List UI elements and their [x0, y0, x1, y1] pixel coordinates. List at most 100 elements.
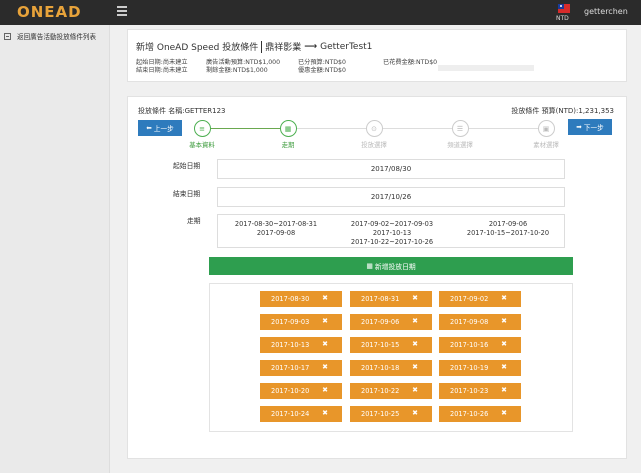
date-tag[interactable]: 2017-08-30 ✖ [260, 291, 342, 307]
condition-form-card: 投放條件 名稱:GETTER123 投放條件 預算(NTD):1,231,353… [127, 96, 627, 459]
date-tag[interactable]: 2017-08-31 ✖ [350, 291, 432, 307]
date-tag[interactable]: 2017-10-24 ✖ [260, 406, 342, 422]
step-label: 基本資料 [189, 141, 215, 149]
date-tag[interactable]: 2017-10-20 ✖ [260, 383, 342, 399]
remove-icon[interactable]: ✖ [322, 340, 328, 348]
step-period[interactable]: ▦ 走期 [258, 120, 318, 149]
date-tag[interactable]: 2017-09-03 ✖ [260, 314, 342, 330]
remove-icon[interactable]: ✖ [501, 340, 507, 348]
period-range: 2017-08-30~2017-08-31 [234, 220, 318, 228]
date-tag-label: 2017-09-03 [271, 318, 310, 326]
top-navbar: ONEAD NTD getterchen [0, 0, 641, 25]
date-tag-label: 2017-10-26 [450, 410, 489, 418]
remove-icon[interactable]: ✖ [412, 363, 418, 371]
start-date-label: 起始日期 [173, 162, 201, 170]
date-tag-label: 2017-10-23 [450, 387, 489, 395]
end-date-field[interactable]: 2017/10/26 [217, 187, 565, 207]
campaign-summary-card: 新增 OneAD Speed 投放條件 鼎祥影業 ⟶ GetterTest1 起… [127, 29, 627, 82]
date-tag[interactable]: 2017-10-16 ✖ [439, 337, 521, 353]
arrow-right-icon: ⟶ [304, 41, 318, 52]
end-date-label: 結束日期 [173, 190, 201, 198]
date-tag-label: 2017-10-20 [271, 387, 310, 395]
date-tag[interactable]: 2017-10-25 ✖ [350, 406, 432, 422]
arrow-left-icon: ⬅ [146, 124, 152, 132]
remove-icon[interactable]: ✖ [322, 363, 328, 371]
remove-icon[interactable]: ✖ [501, 386, 507, 394]
onead-logo[interactable]: ONEAD [17, 3, 82, 21]
currency-label: NTD [556, 15, 569, 22]
menu-toggle-icon[interactable] [117, 6, 127, 16]
date-tag[interactable]: 2017-09-08 ✖ [439, 314, 521, 330]
back-to-list-link[interactable]: 返回廣告活動投放條件列表 [0, 29, 110, 43]
period-range: 2017-10-15~2017-10-20 [466, 229, 550, 237]
date-tag-label: 2017-10-19 [450, 364, 489, 372]
date-tag-label: 2017-10-17 [271, 364, 310, 372]
period-range: 2017-09-06 [488, 220, 528, 228]
date-tag-label: 2017-10-13 [271, 341, 310, 349]
date-tag[interactable]: 2017-10-17 ✖ [260, 360, 342, 376]
remove-icon[interactable]: ✖ [501, 294, 507, 302]
date-tag-label: 2017-10-16 [450, 341, 489, 349]
remove-icon[interactable]: ✖ [412, 386, 418, 394]
step-creative[interactable]: ▣ 素材選擇 [516, 120, 576, 149]
step-basic-info[interactable]: ≡ 基本資料 [172, 120, 232, 149]
add-date-button[interactable]: ▦ 新增投放日期 [209, 257, 573, 275]
step-label: 頻道選擇 [447, 141, 473, 149]
remove-icon[interactable]: ✖ [501, 409, 507, 417]
spent-amount: 已花費金額:NTD$0 [383, 59, 438, 66]
date-tag-label: 2017-08-30 [271, 295, 310, 303]
add-date-label: 新增投放日期 [374, 263, 416, 271]
remove-icon[interactable]: ✖ [412, 409, 418, 417]
date-tag[interactable]: 2017-09-02 ✖ [439, 291, 521, 307]
user-menu[interactable]: getterchen [584, 7, 628, 16]
taiwan-flag-icon [558, 4, 570, 13]
start-date-field[interactable]: 2017/08/30 [217, 159, 565, 179]
sidebar: 返回廣告活動投放條件列表 [0, 25, 110, 473]
spent-progress-bar [438, 65, 534, 71]
condition-name: 投放條件 名稱:GETTER123 [138, 107, 226, 115]
date-tag[interactable]: 2017-10-26 ✖ [439, 406, 521, 422]
date-tag-label: 2017-08-31 [361, 295, 400, 303]
database-icon: ☰ [451, 120, 469, 137]
remove-icon[interactable]: ✖ [412, 340, 418, 348]
remove-icon[interactable]: ✖ [322, 409, 328, 417]
title-part-3: GetterTest1 [320, 41, 373, 52]
date-tags-container: 2017-08-30 ✖ 2017-08-31 ✖ 2017-09-02 ✖ 2017… [209, 283, 573, 432]
image-icon: ▣ [537, 120, 555, 137]
period-range: 2017-10-13 [372, 229, 412, 237]
step-targeting[interactable]: ⊙ 投放選擇 [344, 120, 404, 149]
remaining-budget: 剩餘金額:NTD$1,000 [206, 67, 268, 74]
step-label: 投放選擇 [361, 141, 387, 149]
period-column-1: 2017-08-30~2017-08-31 2017-09-08 [218, 220, 334, 238]
arrow-right-icon: ➡ [576, 123, 582, 131]
date-tag[interactable]: 2017-09-06 ✖ [350, 314, 432, 330]
date-tag[interactable]: 2017-10-13 ✖ [260, 337, 342, 353]
remove-icon[interactable]: ✖ [322, 386, 328, 394]
condition-budget: 投放條件 預算(NTD):1,231,353 [511, 107, 614, 115]
remove-icon[interactable]: ✖ [322, 317, 328, 325]
remove-icon[interactable]: ✖ [322, 294, 328, 302]
title-part-1: 新增 OneAD Speed 投放條件 [136, 43, 259, 53]
date-tag[interactable]: 2017-10-22 ✖ [350, 383, 432, 399]
date-tag[interactable]: 2017-10-23 ✖ [439, 383, 521, 399]
date-tag[interactable]: 2017-10-15 ✖ [350, 337, 432, 353]
step-channel[interactable]: ☰ 頻道選擇 [430, 120, 490, 149]
calendar-icon: ▦ [366, 262, 373, 270]
date-tag[interactable]: 2017-10-18 ✖ [350, 360, 432, 376]
title-divider [261, 40, 263, 53]
period-label: 走期 [187, 217, 201, 225]
date-tag-label: 2017-09-08 [450, 318, 489, 326]
date-tag-label: 2017-09-06 [361, 318, 400, 326]
prev-step-label: 上一步 [153, 125, 174, 133]
page-title: 新增 OneAD Speed 投放條件 鼎祥影業 ⟶ GetterTest1 [136, 40, 372, 53]
step-label: 素材選擇 [533, 141, 559, 149]
date-tag[interactable]: 2017-10-19 ✖ [439, 360, 521, 376]
step-label: 走期 [281, 141, 295, 149]
date-tag-label: 2017-10-15 [361, 341, 400, 349]
sign-out-icon [4, 32, 11, 40]
remove-icon[interactable]: ✖ [501, 363, 507, 371]
remove-icon[interactable]: ✖ [412, 294, 418, 302]
remove-icon[interactable]: ✖ [412, 317, 418, 325]
period-range: 2017-09-02~2017-09-03 [350, 220, 434, 228]
remove-icon[interactable]: ✖ [501, 317, 507, 325]
